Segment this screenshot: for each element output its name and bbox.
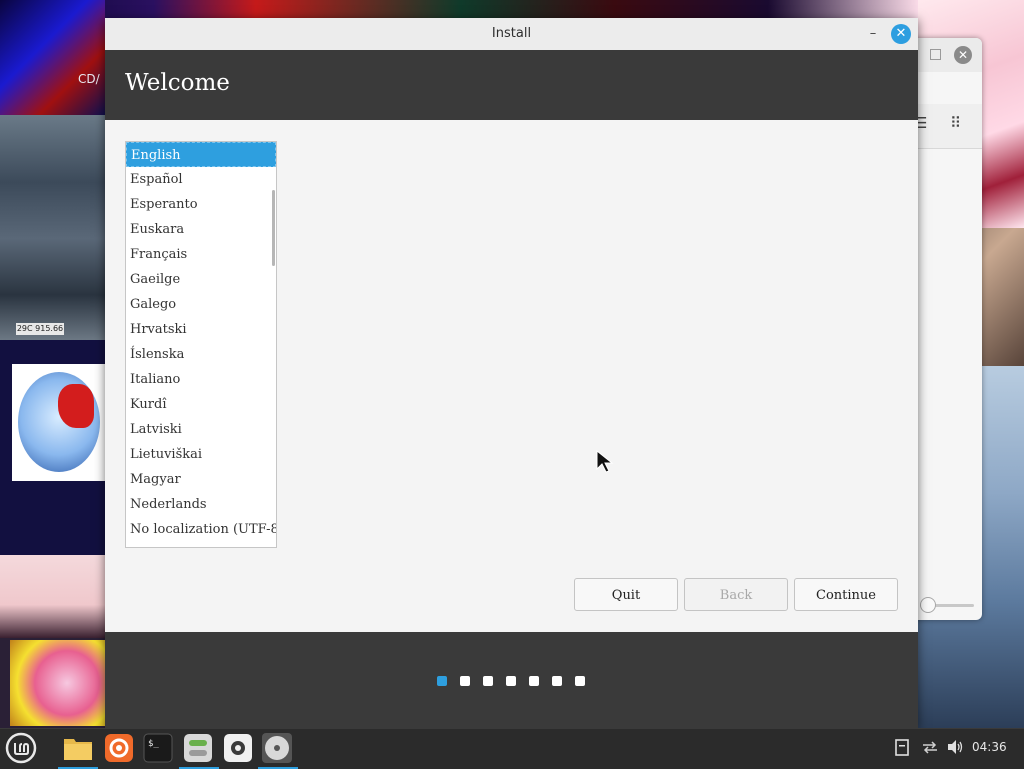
language-item[interactable]: Lietuviškai: [126, 442, 276, 467]
step-indicator-dot: [506, 676, 516, 686]
volume-icon[interactable]: [946, 738, 964, 756]
desktop-wallpaper-tile: [0, 0, 105, 115]
progress-footer: [105, 632, 918, 728]
settings-icon[interactable]: [223, 733, 253, 763]
step-indicator-dot: [437, 676, 447, 686]
step-indicator-dot: [529, 676, 539, 686]
language-item[interactable]: Gaeilge: [126, 267, 276, 292]
svg-text:$_: $_: [148, 739, 159, 749]
firefox-icon[interactable]: [104, 733, 134, 763]
page-title: Welcome: [125, 70, 230, 96]
close-button[interactable]: ✕: [891, 24, 911, 44]
desktop-wallpaper-top: [0, 0, 1024, 20]
disc-icon[interactable]: [262, 733, 292, 763]
desktop-wallpaper-tile: [10, 640, 105, 726]
mint-menu-icon[interactable]: [5, 732, 37, 764]
language-item[interactable]: Latviski: [126, 417, 276, 442]
language-item[interactable]: Euskara: [126, 217, 276, 242]
main-content: English Español Esperanto Euskara Français Ga…: [105, 120, 918, 632]
minimize-button[interactable]: –: [865, 26, 881, 42]
grid-view-icon[interactable]: ⠿: [950, 114, 961, 132]
language-item[interactable]: Magyar: [126, 467, 276, 492]
desktop-wallpaper-tile: [0, 115, 105, 340]
mouse-cursor: [596, 450, 614, 473]
language-item[interactable]: English: [126, 142, 276, 167]
desktop-icon-label[interactable]: CD/: [78, 72, 100, 86]
language-list[interactable]: English Español Esperanto Euskara Français Ga…: [125, 141, 277, 548]
zoom-slider-handle[interactable]: [920, 597, 936, 613]
language-item[interactable]: Español: [126, 167, 276, 192]
quit-button[interactable]: Quit: [574, 578, 678, 611]
step-indicator-dot: [575, 676, 585, 686]
language-item[interactable]: Italiano: [126, 367, 276, 392]
desktop-wallpaper-tile: [0, 555, 105, 638]
page-header: Welcome: [105, 50, 918, 120]
wallpaper-sticker-figure: [58, 384, 94, 428]
terminal-icon[interactable]: $_: [143, 733, 173, 763]
window-titlebar[interactable]: Install – ✕: [105, 18, 918, 51]
language-item[interactable]: Íslenska: [126, 342, 276, 367]
language-item[interactable]: Galego: [126, 292, 276, 317]
installer-window: Install – ✕ Welcome English Español Espera…: [105, 18, 918, 728]
back-button[interactable]: Back: [684, 578, 788, 611]
wallpaper-plate-text: 29C 915.66: [16, 323, 64, 335]
step-indicator-dot: [552, 676, 562, 686]
language-item[interactable]: Français: [126, 242, 276, 267]
clipboard-icon[interactable]: [894, 738, 910, 756]
update-manager-icon[interactable]: [183, 733, 213, 763]
taskbar: $_ 04:36: [0, 728, 1024, 769]
close-icon[interactable]: ✕: [954, 46, 972, 64]
files-icon[interactable]: [62, 733, 94, 763]
language-item[interactable]: Esperanto: [126, 192, 276, 217]
window-title: Install: [491, 26, 532, 41]
language-item[interactable]: Nederlands: [126, 492, 276, 517]
network-disconnected-icon[interactable]: [920, 738, 940, 756]
language-item[interactable]: Kurdî: [126, 392, 276, 417]
continue-button[interactable]: Continue: [794, 578, 898, 611]
clock[interactable]: 04:36: [972, 740, 1007, 754]
maximize-icon[interactable]: [930, 49, 941, 60]
language-item[interactable]: No localization (UTF-8): [126, 517, 276, 542]
step-indicator-dot: [483, 676, 493, 686]
language-item[interactable]: Hrvatski: [126, 317, 276, 342]
step-indicator-dot: [460, 676, 470, 686]
